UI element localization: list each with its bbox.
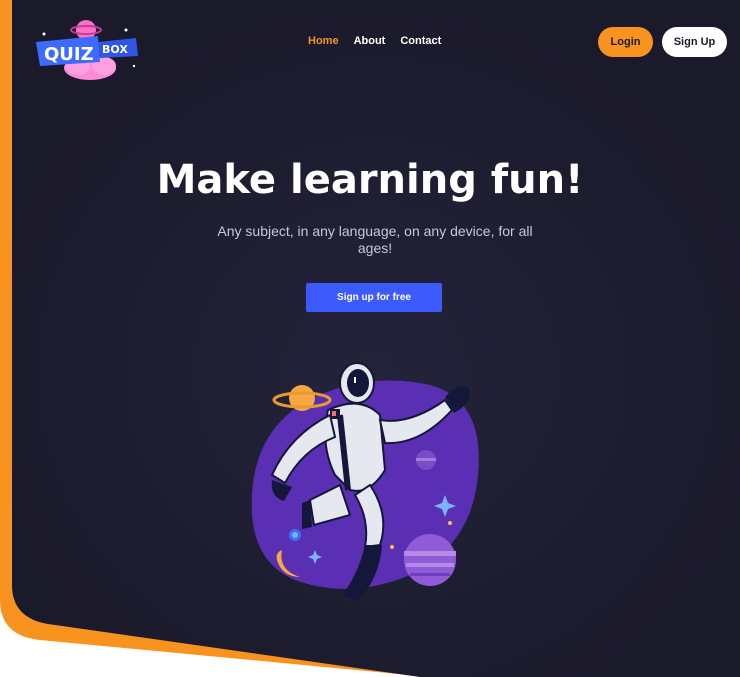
nav-home[interactable]: Home — [308, 35, 339, 47]
logo-word-quiz: QUIZ — [44, 44, 94, 65]
main-nav: Home About Contact — [308, 35, 441, 47]
logo-word-box: BOX — [102, 43, 128, 56]
quizbox-logo[interactable]: QUIZ BOX — [34, 16, 142, 86]
astronaut-illustration — [251, 362, 479, 601]
login-button[interactable]: Login — [598, 27, 653, 57]
striped-planet-icon — [404, 534, 456, 586]
nav-contact[interactable]: Contact — [400, 35, 441, 47]
signup-button[interactable]: Sign Up — [662, 27, 727, 57]
hero-title: Make learning fun! — [156, 157, 584, 203]
signup-free-button[interactable]: Sign up for free — [306, 283, 442, 312]
nav-about[interactable]: About — [354, 35, 386, 47]
hero-subtitle: Any subject, in any language, on any dev… — [217, 223, 533, 256]
